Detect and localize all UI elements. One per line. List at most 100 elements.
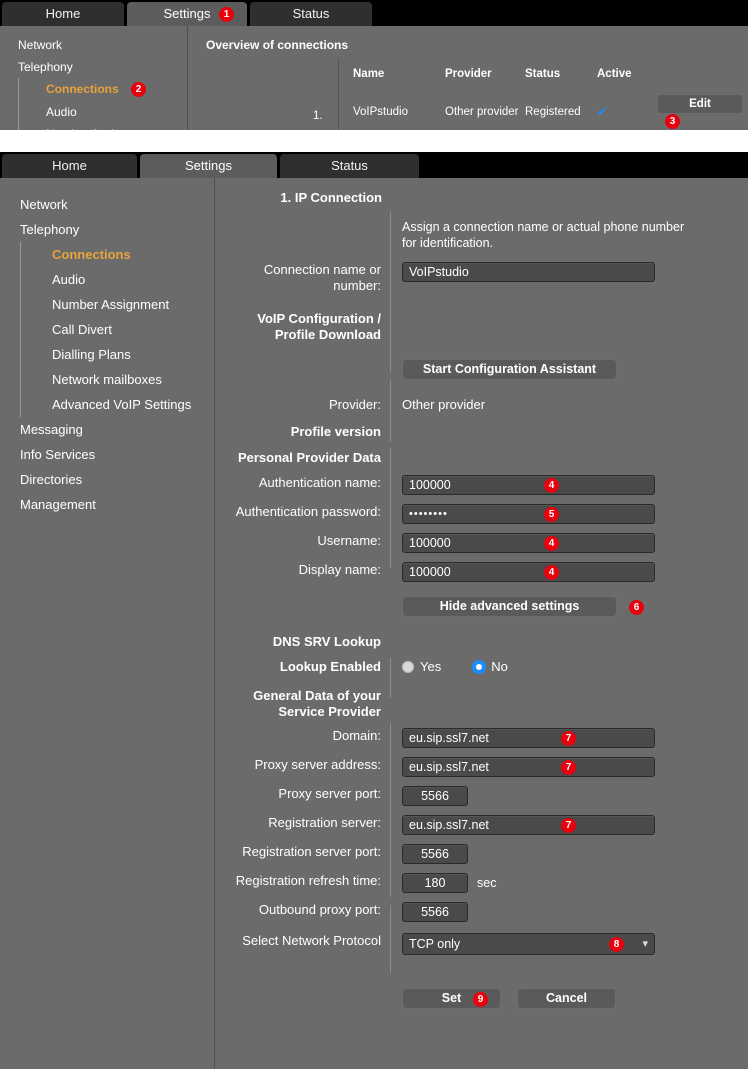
sidebar-item-directories[interactable]: Directories bbox=[0, 467, 214, 492]
proxy-server-input[interactable]: eu.sip.ssl7.net 7 bbox=[402, 757, 655, 777]
screenshot-root: Home Settings 1 Status Network Telephony… bbox=[0, 0, 748, 1069]
preview-tab-home[interactable]: Home bbox=[2, 2, 124, 26]
tab-status[interactable]: Status bbox=[280, 154, 419, 178]
tab-settings[interactable]: Settings bbox=[140, 154, 277, 178]
sidebar-label-directories: Directories bbox=[20, 472, 82, 487]
sidebar-item-management[interactable]: Management bbox=[0, 492, 214, 517]
registration-port-input[interactable]: 5566 bbox=[402, 844, 468, 864]
lookup-yes-label[interactable]: Yes bbox=[420, 659, 441, 674]
domain-value: eu.sip.ssl7.net bbox=[409, 729, 489, 747]
connection-name-input[interactable]: VoIPstudio bbox=[402, 262, 655, 282]
sidebar-item-call-divert[interactable]: Call Divert bbox=[20, 317, 214, 342]
set-button[interactable]: Set 9 bbox=[402, 988, 501, 1009]
connection-description: Assign a connection name or actual phone… bbox=[402, 219, 702, 251]
badge-8-network-protocol: 8 bbox=[609, 937, 624, 952]
registration-port-label: Registration server port: bbox=[215, 844, 390, 860]
lookup-enabled-row: Lookup Enabled Yes No bbox=[215, 659, 748, 675]
preview-tab-status[interactable]: Status bbox=[250, 2, 372, 26]
main-body: Network Telephony Connections Audio Numb… bbox=[0, 178, 748, 1069]
start-configuration-assistant-button[interactable]: Start Configuration Assistant bbox=[402, 359, 617, 380]
tab-status-label: Status bbox=[331, 158, 368, 173]
start-assistant-row: Start Configuration Assistant bbox=[215, 359, 748, 380]
sidebar-item-audio[interactable]: Audio bbox=[20, 267, 214, 292]
preview-sidebar-item-network[interactable]: Network bbox=[0, 34, 187, 56]
sidebar-item-network-mailboxes[interactable]: Network mailboxes bbox=[20, 367, 214, 392]
preview-connections-table: Name Provider Status Active VoIPstudio O… bbox=[353, 58, 748, 130]
main-tabbar: Home Settings Status bbox=[0, 152, 748, 178]
badge-4-username: 4 bbox=[544, 536, 559, 551]
sidebar-label-info-services: Info Services bbox=[20, 447, 95, 462]
refresh-time-input[interactable]: 180 bbox=[402, 873, 468, 893]
auth-name-input[interactable]: 100000 4 bbox=[402, 475, 655, 495]
provider-label: Provider: bbox=[215, 397, 390, 413]
preview-tabbar: Home Settings 1 Status bbox=[0, 0, 748, 26]
auth-password-input[interactable]: •••••••• 5 bbox=[402, 504, 655, 524]
proxy-port-input[interactable]: 5566 bbox=[402, 786, 468, 806]
network-protocol-value: TCP only bbox=[409, 934, 460, 954]
active-check-icon: ✔ bbox=[597, 104, 608, 119]
sidebar: Network Telephony Connections Audio Numb… bbox=[0, 178, 215, 1069]
preview-sidebar-item-audio[interactable]: Audio bbox=[18, 101, 187, 123]
sidebar-label-dialling-plans: Dialling Plans bbox=[52, 347, 131, 362]
lookup-no-radio[interactable] bbox=[473, 661, 485, 673]
auth-name-label: Authentication name: bbox=[215, 475, 390, 491]
preview-sidebar-label-network: Network bbox=[18, 38, 62, 52]
sidebar-item-connections[interactable]: Connections bbox=[20, 242, 214, 267]
auth-password-label: Authentication password: bbox=[215, 504, 390, 520]
sidebar-item-dialling-plans[interactable]: Dialling Plans bbox=[20, 342, 214, 367]
proxy-port-row: Proxy server port: 5566 bbox=[215, 786, 748, 806]
outbound-proxy-port-input[interactable]: 5566 bbox=[402, 902, 468, 922]
sidebar-item-number-assignment[interactable]: Number Assignment bbox=[20, 292, 214, 317]
display-name-input[interactable]: 100000 4 bbox=[402, 562, 655, 582]
page-title: 1. IP Connection bbox=[215, 190, 390, 205]
cancel-button[interactable]: Cancel bbox=[517, 988, 616, 1009]
cell-status: Registered bbox=[525, 84, 597, 130]
preview-sidebar-item-connections[interactable]: Connections 2 bbox=[18, 78, 187, 101]
preview-sidebar-item-telephony[interactable]: Telephony bbox=[0, 56, 187, 78]
username-value: 100000 bbox=[409, 534, 451, 552]
ip-connection-form: 1. IP Connection Assign a connection nam… bbox=[215, 178, 748, 1009]
profile-version-row: Profile version bbox=[215, 424, 748, 440]
domain-row: Domain: eu.sip.ssl7.net 7 bbox=[215, 728, 748, 748]
lookup-yes-radio[interactable] bbox=[402, 661, 414, 673]
tab-home[interactable]: Home bbox=[2, 154, 137, 178]
sidebar-item-network[interactable]: Network bbox=[0, 192, 214, 217]
refresh-time-label: Registration refresh time: bbox=[215, 873, 390, 889]
sidebar-label-connections: Connections bbox=[52, 247, 131, 262]
chevron-down-icon: ▾ bbox=[642, 934, 648, 954]
dns-srv-lookup-row: DNS SRV Lookup bbox=[215, 634, 748, 650]
sidebar-item-telephony[interactable]: Telephony bbox=[0, 217, 214, 242]
sidebar-label-audio: Audio bbox=[52, 272, 85, 287]
sidebar-item-info-services[interactable]: Info Services bbox=[0, 442, 214, 467]
cell-provider: Other provider bbox=[445, 84, 525, 130]
auth-name-row: Authentication name: 100000 4 bbox=[215, 475, 748, 495]
domain-input[interactable]: eu.sip.ssl7.net 7 bbox=[402, 728, 655, 748]
display-name-row: Display name: 100000 4 bbox=[215, 562, 748, 582]
username-input[interactable]: 100000 4 bbox=[402, 533, 655, 553]
sidebar-label-telephony: Telephony bbox=[20, 222, 79, 237]
preview-tab-settings[interactable]: Settings 1 bbox=[127, 2, 247, 26]
proxy-port-value: 5566 bbox=[421, 787, 449, 805]
preview-sidebar: Network Telephony Connections 2 Audio Nu… bbox=[0, 26, 188, 130]
preview-sidebar-item-number-assignment[interactable]: Number Assignment bbox=[18, 123, 187, 130]
lookup-enabled-label: Lookup Enabled bbox=[215, 659, 390, 675]
edit-button[interactable]: Edit bbox=[657, 94, 743, 114]
connection-name-row: Connection name or number: VoIPstudio bbox=[215, 262, 748, 294]
sidebar-label-network: Network bbox=[20, 197, 68, 212]
lookup-no-label[interactable]: No bbox=[491, 659, 508, 674]
hide-advanced-settings-button[interactable]: Hide advanced settings 6 bbox=[402, 596, 617, 617]
registration-server-input[interactable]: eu.sip.ssl7.net 7 bbox=[402, 815, 655, 835]
tab-home-label: Home bbox=[52, 158, 87, 173]
preview-badge-2: 2 bbox=[131, 82, 146, 97]
general-data-row: General Data of your Service Provider bbox=[215, 688, 748, 720]
sidebar-item-messaging[interactable]: Messaging bbox=[0, 417, 214, 442]
dns-srv-lookup-label: DNS SRV Lookup bbox=[215, 634, 390, 650]
registration-server-row: Registration server: eu.sip.ssl7.net 7 bbox=[215, 815, 748, 835]
profile-version-label: Profile version bbox=[215, 424, 390, 440]
main-panel: Home Settings Status Network Telephony C… bbox=[0, 152, 748, 1069]
connection-name-label: Connection name or number: bbox=[215, 262, 390, 294]
outbound-proxy-port-label: Outbound proxy port: bbox=[215, 902, 390, 918]
sidebar-item-advanced-voip-settings[interactable]: Advanced VoIP Settings bbox=[20, 392, 214, 417]
sidebar-label-management: Management bbox=[20, 497, 96, 512]
network-protocol-select[interactable]: TCP only 8 ▾ bbox=[402, 933, 655, 955]
